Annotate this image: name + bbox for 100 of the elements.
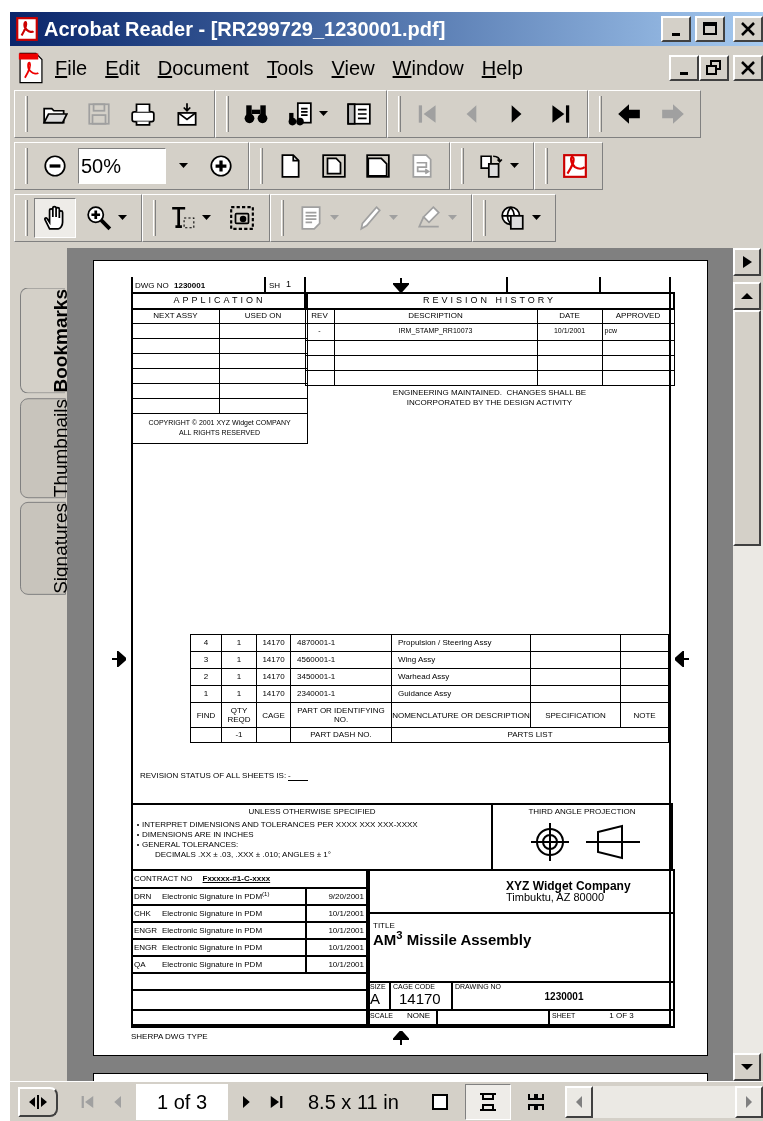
column-header: REV — [305, 309, 334, 323]
field-label: DWG NO — [135, 282, 169, 290]
field-label: ENGR — [134, 926, 159, 935]
signature-text: Electronic Signature in PDM — [162, 958, 263, 971]
date-cell: 10/1/2001 — [306, 905, 369, 922]
toolbar-button[interactable] — [34, 198, 76, 238]
table-cell — [537, 340, 602, 355]
column-header: FIND — [190, 702, 222, 728]
page-number-field[interactable]: 1 of 3 — [136, 1083, 228, 1120]
signature-text: Electronic Signature in PDM — [162, 941, 263, 954]
window-button[interactable] — [669, 55, 699, 81]
scroll-down-button[interactable] — [733, 1053, 761, 1081]
fit-width-icon — [365, 153, 391, 179]
table-cell: 14170 — [256, 685, 291, 703]
page-size-text: 8.5 x 11 in — [307, 1089, 400, 1115]
table-cell — [537, 370, 602, 385]
scale-value: NONE — [406, 1011, 431, 1021]
table-cell: 2 — [190, 668, 222, 686]
contract-number: Fxxxxx-#1-C-xxxx — [202, 875, 271, 883]
arrow-icon — [393, 1031, 409, 1045]
note-text: GENERAL TOLERANCES: — [142, 841, 239, 849]
table-cell: 1 — [221, 634, 257, 652]
table-cell: 14170 — [256, 668, 291, 686]
side-tab[interactable]: Signatures — [20, 501, 66, 595]
camera-selection-icon — [229, 205, 255, 231]
window-button[interactable] — [695, 16, 725, 42]
menu-item[interactable]: Window — [383, 53, 473, 83]
scroll-thumb[interactable] — [733, 310, 761, 546]
window-button[interactable] — [733, 16, 763, 42]
menu-item[interactable]: Tools — [257, 53, 323, 83]
highlighter-icon — [416, 205, 442, 231]
window-button[interactable] — [661, 16, 691, 42]
up-arrow-icon — [741, 292, 753, 300]
table-cell — [305, 355, 334, 370]
page-layout-button[interactable] — [464, 1083, 511, 1120]
window-title: Acrobat Reader - [RR299729_1230001.pdf] — [44, 17, 447, 42]
block-title: THIRD ANGLE PROJECTION — [527, 808, 637, 816]
caret-icon — [118, 215, 127, 221]
triangle-icon — [741, 255, 753, 269]
close-icon — [739, 59, 757, 77]
note-icon — [298, 205, 324, 231]
printer-icon — [130, 101, 156, 127]
field-label: ENGR — [134, 943, 159, 952]
table-title: REVISION HISTORY — [305, 293, 674, 309]
column-header: APPROVED — [602, 309, 674, 323]
table-cell: Warhead Assy — [391, 668, 531, 686]
column-header: DATE — [537, 309, 602, 323]
signature-text: Electronic Signature in PDM$^{(1)}$ — [162, 890, 270, 903]
column-header: PART OR IDENTIFYING NO. — [290, 702, 392, 728]
table-cell: 14170 — [256, 651, 291, 669]
field-label: CHK — [134, 909, 152, 918]
scroll-right-button[interactable] — [735, 1085, 763, 1118]
date-cell: 10/1/2001 — [306, 939, 369, 956]
options-button[interactable] — [733, 248, 761, 276]
side-tab[interactable]: Thumbnails — [20, 397, 66, 498]
caret-icon — [330, 215, 339, 221]
right-arrow-icon — [745, 1095, 753, 1108]
company-name: XYZ Widget Company — [506, 880, 632, 892]
column-header: SPECIFICATION — [530, 702, 621, 728]
menu-item[interactable]: View — [322, 53, 384, 83]
column-header: NOMENCLATURE OR DESCRIPTION — [391, 702, 531, 728]
table-title: PARTS LIST — [391, 727, 669, 743]
revision-status-value: - — [288, 772, 309, 781]
menu-item[interactable]: Edit — [96, 53, 149, 83]
caret-icon — [510, 163, 519, 169]
zoom-field[interactable]: 50% — [78, 148, 166, 184]
table-cell: 4 — [190, 634, 222, 652]
scroll-up-button[interactable] — [733, 282, 761, 310]
scroll-left-button[interactable] — [564, 1085, 593, 1118]
table-cell — [537, 355, 602, 370]
drawing-title: AM$^{3}$ Missile Assembly — [373, 932, 533, 947]
drawing-type-label: SHERPA DWG TYPE — [131, 1033, 208, 1041]
field-label: QA — [134, 960, 147, 969]
menu-item[interactable]: Help — [472, 53, 532, 83]
date-cell: 10/1/2001 — [306, 922, 369, 939]
block-title: UNLESS OTHERWISE SPECIFIED — [247, 808, 377, 816]
note-text: DECIMALS .XX ± .03, .XXX ± .010; ANGLES ± 1° — [154, 851, 332, 859]
single-page-icon — [429, 1091, 450, 1112]
side-tab[interactable]: Bookmarks — [20, 288, 65, 394]
menu-item[interactable]: Document — [148, 53, 258, 83]
table-cell: Propulsion / Steering Assy — [391, 634, 531, 652]
caret-icon — [448, 215, 457, 221]
pencil-icon — [357, 205, 383, 231]
window-button[interactable] — [733, 55, 763, 81]
column-header: USED ON — [219, 309, 307, 323]
close-icon — [739, 20, 757, 38]
window-button[interactable] — [699, 55, 729, 81]
arrow-icon — [112, 651, 126, 667]
caret-icon — [389, 215, 398, 221]
column-header: QTY REQD — [221, 702, 257, 728]
date-cell: 9/20/2001 — [306, 888, 369, 905]
restore-icon — [705, 59, 723, 77]
down-arrow-icon — [741, 1063, 753, 1071]
left-arrow-icon — [574, 1095, 583, 1108]
signature-text: Electronic Signature in PDM — [162, 907, 263, 920]
table-cell: -1 — [221, 727, 257, 743]
globe-page-icon — [500, 205, 526, 231]
binoculars-document-icon — [287, 101, 313, 127]
menu-item[interactable]: File — [46, 53, 97, 83]
splitter-button[interactable] — [18, 1086, 58, 1117]
